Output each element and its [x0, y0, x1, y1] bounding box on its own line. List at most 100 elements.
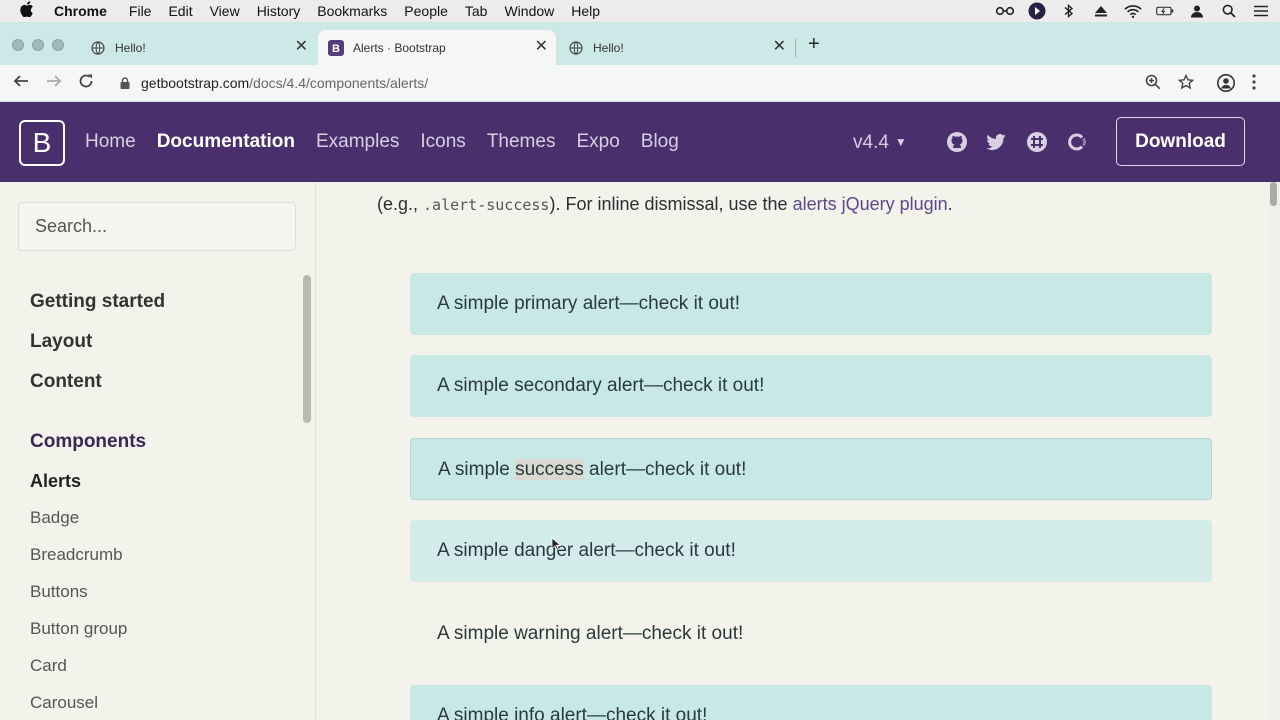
zoom-window-button[interactable] — [52, 39, 64, 51]
menu-people[interactable]: People — [404, 3, 448, 19]
github-icon[interactable] — [946, 131, 968, 153]
tab-title: Hello! — [593, 40, 624, 55]
menu-app-name[interactable]: Chrome — [54, 3, 107, 19]
alert-danger: A simple danger alert—check it out! — [410, 520, 1212, 582]
sidebar-item-breadcrumb[interactable]: Breadcrumb — [30, 545, 123, 565]
page-scrollbar-thumb[interactable] — [1270, 182, 1277, 206]
sidebar-item-carousel[interactable]: Carousel — [30, 693, 98, 713]
nav-examples[interactable]: Examples — [316, 131, 399, 153]
control-menu-icon[interactable] — [1252, 3, 1270, 19]
apple-menu-icon[interactable] — [20, 1, 38, 21]
profile-avatar-icon[interactable] — [1217, 74, 1235, 97]
battery-icon[interactable] — [1156, 3, 1174, 19]
media-play-icon[interactable] — [1028, 2, 1046, 20]
menu-help[interactable]: Help — [571, 3, 600, 19]
docs-content: (e.g., .alert-success). For inline dismi… — [317, 182, 1267, 720]
sidebar-item-button-group[interactable]: Button group — [30, 619, 127, 639]
sidebar-item-buttons[interactable]: Buttons — [30, 582, 88, 602]
twitter-icon[interactable] — [985, 131, 1007, 153]
close-tab-icon[interactable]: ✕ — [773, 39, 786, 55]
tab-title: Hello! — [115, 40, 146, 55]
eject-icon[interactable] — [1092, 3, 1110, 19]
navbar-links: Home Documentation Examples Icons Themes… — [85, 131, 700, 153]
opencollective-icon[interactable] — [1066, 131, 1088, 153]
forward-arrow-icon[interactable] — [46, 73, 62, 93]
close-window-button[interactable] — [12, 39, 24, 51]
nav-icons[interactable]: Icons — [420, 131, 465, 153]
lock-icon[interactable] — [120, 76, 130, 89]
nav-themes[interactable]: Themes — [487, 131, 556, 153]
alerts-plugin-link[interactable]: alerts jQuery plugin — [793, 194, 948, 214]
docs-sidebar: Search... Getting started Layout Content… — [0, 182, 316, 720]
version-label: v4.4 — [853, 132, 889, 153]
url-host: getbootstrap.com — [141, 75, 250, 91]
sidebar-scrollbar[interactable] — [303, 275, 311, 423]
tab-alerts-bootstrap[interactable]: B Alerts · Bootstrap ✕ — [318, 30, 556, 65]
minimize-window-button[interactable] — [32, 39, 44, 51]
sidebar-item-badge[interactable]: Badge — [30, 508, 79, 528]
user-icon[interactable] — [1188, 3, 1206, 19]
macos-menubar: Chrome File Edit View History Bookmarks … — [0, 0, 1280, 22]
nav-home[interactable]: Home — [85, 131, 136, 153]
glasses-icon[interactable] — [996, 3, 1014, 19]
page-scrollbar[interactable] — [1268, 182, 1280, 720]
menu-history[interactable]: History — [257, 3, 301, 19]
back-arrow-icon[interactable] — [13, 73, 29, 93]
tab-hello-1[interactable]: Hello! ✕ — [80, 30, 316, 65]
menu-window[interactable]: Window — [504, 3, 554, 19]
menu-file[interactable]: File — [129, 3, 152, 19]
selected-text: success — [515, 459, 584, 480]
sidebar-item-alerts[interactable]: Alerts — [30, 471, 81, 492]
docs-search-input[interactable]: Search... — [18, 202, 296, 251]
reload-icon[interactable] — [78, 73, 94, 93]
inline-code: .alert-success — [423, 196, 550, 214]
alert-text: A simple — [438, 459, 516, 480]
sidebar-item-content[interactable]: Content — [30, 371, 102, 393]
nav-expo[interactable]: Expo — [576, 131, 619, 153]
sidebar-item-card[interactable]: Card — [30, 656, 67, 676]
sidebar-item-getting-started[interactable]: Getting started — [30, 291, 165, 313]
intro-text: (e.g., — [377, 194, 424, 214]
globe-icon — [568, 40, 584, 56]
alert-text: alert—check it out! — [583, 459, 747, 480]
bluetooth-icon[interactable] — [1060, 3, 1078, 19]
nav-documentation[interactable]: Documentation — [157, 131, 295, 153]
close-tab-icon[interactable]: ✕ — [535, 39, 548, 55]
download-button[interactable]: Download — [1116, 117, 1245, 166]
menu-edit[interactable]: Edit — [168, 3, 192, 19]
mouse-cursor-icon — [551, 537, 561, 551]
menu-tab[interactable]: Tab — [465, 3, 488, 19]
globe-icon — [90, 40, 106, 56]
intro-paragraph: (e.g., .alert-success). For inline dismi… — [377, 194, 953, 215]
svg-text:B: B — [332, 43, 340, 55]
zoom-icon[interactable] — [1145, 74, 1161, 95]
version-dropdown[interactable]: v4.4 ▼ — [853, 132, 907, 154]
window-controls — [12, 39, 64, 51]
sidebar-item-layout[interactable]: Layout — [30, 331, 92, 353]
tab-separator — [795, 39, 796, 57]
menu-view[interactable]: View — [210, 3, 240, 19]
status-area — [996, 0, 1270, 22]
bookmark-star-icon[interactable] — [1177, 73, 1195, 95]
slack-icon[interactable] — [1026, 131, 1048, 153]
alert-secondary: A simple secondary alert—check it out! — [410, 355, 1212, 417]
url-path: /docs/4.4/components/alerts/ — [249, 75, 429, 91]
bootstrap-logo[interactable]: B — [19, 120, 65, 166]
sidebar-item-components[interactable]: Components — [30, 431, 146, 453]
bootstrap-favicon-icon: B — [328, 39, 344, 56]
close-tab-icon[interactable]: ✕ — [295, 39, 308, 55]
intro-text: . — [947, 194, 953, 214]
toolbar: getbootstrap.com/docs/4.4/components/ale… — [0, 65, 1280, 102]
spotlight-search-icon[interactable] — [1220, 3, 1238, 19]
new-tab-button[interactable]: + — [808, 34, 820, 54]
wifi-icon[interactable] — [1124, 3, 1142, 19]
menu-bookmarks[interactable]: Bookmarks — [317, 3, 387, 19]
tab-title: Alerts · Bootstrap — [353, 40, 446, 55]
alert-success: A simple success alert—check it out! — [410, 438, 1212, 500]
address-bar[interactable]: getbootstrap.com/docs/4.4/components/ale… — [141, 75, 428, 91]
nav-blog[interactable]: Blog — [641, 131, 679, 153]
alert-primary: A simple primary alert—check it out! — [410, 273, 1212, 335]
tab-hello-2[interactable]: Hello! ✕ — [558, 30, 794, 65]
bootstrap-navbar: B Home Documentation Examples Icons Them… — [0, 102, 1280, 182]
chrome-menu-icon[interactable] — [1252, 74, 1256, 95]
